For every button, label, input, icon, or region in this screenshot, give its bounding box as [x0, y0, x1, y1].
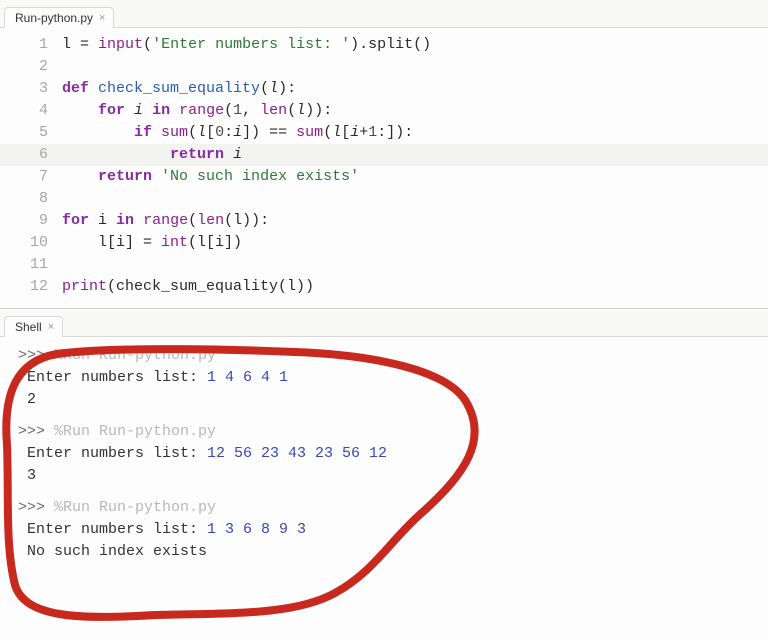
- code-content[interactable]: l = input('Enter numbers list: ').split(…: [62, 34, 768, 56]
- shell-run-line: >>> %Run Run-python.py: [18, 345, 756, 367]
- line-number: 2: [0, 56, 62, 78]
- line-number: 10: [0, 232, 62, 254]
- editor-tab-label: Run-python.py: [15, 11, 93, 25]
- code-content[interactable]: print(check_sum_equality(l)): [62, 276, 768, 298]
- code-content[interactable]: return i: [62, 144, 768, 166]
- close-icon[interactable]: ×: [99, 12, 105, 24]
- shell-output[interactable]: >>> %Run Run-python.py Enter numbers lis…: [0, 337, 768, 581]
- shell-output-line: 2: [18, 389, 756, 411]
- line-number: 3: [0, 78, 62, 100]
- shell-output-line: No such index exists: [18, 541, 756, 563]
- editor-tab-bar: Run-python.py ×: [0, 0, 768, 28]
- code-content[interactable]: for i in range(1, len(l)):: [62, 100, 768, 122]
- code-editor[interactable]: 1l = input('Enter numbers list: ').split…: [0, 28, 768, 308]
- code-line[interactable]: 11: [0, 254, 768, 276]
- line-number: 7: [0, 166, 62, 188]
- code-line[interactable]: 9for i in range(len(l)):: [0, 210, 768, 232]
- code-content[interactable]: if sum(l[0:i]) == sum(l[i+1:]):: [62, 122, 768, 144]
- shell-panel: Shell × >>> %Run Run-python.py Enter num…: [0, 308, 768, 581]
- shell-input-line: Enter numbers list: 12 56 23 43 23 56 12: [18, 443, 756, 465]
- shell-tab-label: Shell: [15, 320, 42, 334]
- code-line[interactable]: 4 for i in range(1, len(l)):: [0, 100, 768, 122]
- code-line[interactable]: 12print(check_sum_equality(l)): [0, 276, 768, 298]
- line-number: 4: [0, 100, 62, 122]
- shell-run-line: >>> %Run Run-python.py: [18, 497, 756, 519]
- code-line[interactable]: 2: [0, 56, 768, 78]
- shell-tab-bar: Shell ×: [0, 309, 768, 337]
- line-number: 12: [0, 276, 62, 298]
- line-number: 9: [0, 210, 62, 232]
- shell-tab[interactable]: Shell ×: [4, 316, 63, 337]
- line-number: 6: [0, 144, 62, 166]
- code-content[interactable]: for i in range(len(l)):: [62, 210, 768, 232]
- editor-tab[interactable]: Run-python.py ×: [4, 7, 114, 28]
- code-content[interactable]: [62, 56, 768, 78]
- line-number: 1: [0, 34, 62, 56]
- shell-output-line: 3: [18, 465, 756, 487]
- line-number: 5: [0, 122, 62, 144]
- code-line[interactable]: 6 return i: [0, 144, 768, 166]
- code-line[interactable]: 5 if sum(l[0:i]) == sum(l[i+1:]):: [0, 122, 768, 144]
- code-line[interactable]: 10 l[i] = int(l[i]): [0, 232, 768, 254]
- code-content[interactable]: [62, 254, 768, 276]
- code-line[interactable]: 7 return 'No such index exists': [0, 166, 768, 188]
- close-icon[interactable]: ×: [48, 321, 54, 333]
- code-content[interactable]: return 'No such index exists': [62, 166, 768, 188]
- line-number: 8: [0, 188, 62, 210]
- line-number: 11: [0, 254, 62, 276]
- code-line[interactable]: 3def check_sum_equality(l):: [0, 78, 768, 100]
- shell-input-line: Enter numbers list: 1 4 6 4 1: [18, 367, 756, 389]
- code-content[interactable]: l[i] = int(l[i]): [62, 232, 768, 254]
- code-content[interactable]: def check_sum_equality(l):: [62, 78, 768, 100]
- shell-input-line: Enter numbers list: 1 3 6 8 9 3: [18, 519, 756, 541]
- shell-run-line: >>> %Run Run-python.py: [18, 421, 756, 443]
- code-content[interactable]: [62, 188, 768, 210]
- code-line[interactable]: 1l = input('Enter numbers list: ').split…: [0, 34, 768, 56]
- code-line[interactable]: 8: [0, 188, 768, 210]
